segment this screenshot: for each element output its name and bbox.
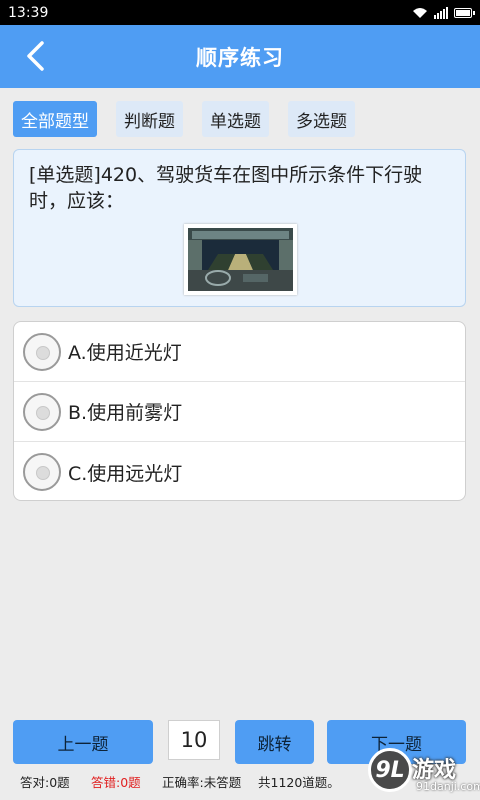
option-c[interactable]: C.使用远光灯 (14, 442, 465, 500)
radio-button[interactable] (23, 392, 61, 431)
tab-single-choice[interactable]: 单选题 (202, 101, 269, 137)
battery-icon (454, 7, 475, 18)
tab-true-false[interactable]: 判断题 (116, 101, 183, 137)
option-b[interactable]: B.使用前雾灯 (14, 382, 465, 442)
option-label: C.使用远光灯 (68, 462, 183, 485)
page-title: 顺序练习 (196, 45, 284, 70)
radio-button[interactable] (23, 453, 61, 491)
truck-cab-night-scene-image (188, 228, 293, 291)
jump-button[interactable]: 跳转 (235, 720, 314, 764)
status-icons (412, 6, 475, 19)
question-box: [单选题]420、驾驶货车在图中所示条件下行驶时，应该： (13, 149, 466, 307)
back-arrow-icon[interactable] (22, 39, 52, 73)
previous-question-button[interactable]: 上一题 (13, 720, 153, 764)
option-a[interactable]: A.使用近光灯 (14, 322, 465, 382)
title-bar: 顺序练习 (0, 25, 480, 88)
option-label: B.使用前雾灯 (68, 402, 183, 424)
question-type-tabs: 全部题型 判断题 单选题 多选题 (13, 101, 374, 137)
radio-button[interactable] (23, 332, 61, 371)
question-number-input[interactable] (168, 720, 220, 760)
watermark-domain: 91danji.com (416, 780, 480, 793)
correct-count: 答对:0题 (20, 775, 70, 790)
total-questions: 共1120道题。 (258, 775, 340, 790)
watermark: 9L 游戏 91danji.com (368, 748, 480, 798)
status-time: 13:39 (8, 4, 49, 21)
accuracy-rate: 正确率:未答题 (162, 775, 242, 790)
question-text: [单选题]420、驾驶货车在图中所示条件下行驶时，应该： (29, 164, 423, 212)
watermark-logo: 9L (368, 748, 412, 792)
status-bar: 13:39 (0, 0, 480, 25)
answer-options: A.使用近光灯 B.使用前雾灯 C.使用远光灯 (13, 321, 466, 501)
option-label: A.使用近光灯 (68, 342, 182, 364)
tab-multiple-choice[interactable]: 多选题 (288, 101, 355, 137)
wrong-count: 答错:0题 (91, 775, 141, 790)
question-image (184, 224, 297, 295)
signal-icon (434, 6, 448, 19)
tab-all-types[interactable]: 全部题型 (13, 101, 97, 137)
wifi-icon (413, 7, 427, 18)
